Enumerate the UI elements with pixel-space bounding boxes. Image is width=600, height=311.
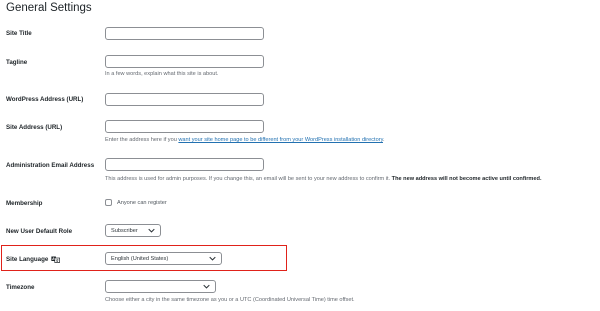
timezone-description: Choose either a city in the same timezon… [105,297,355,303]
site-address-input[interactable] [105,120,264,133]
page-title: General Settings [6,2,92,14]
timezone-select[interactable] [105,280,216,293]
membership-label: Membership [6,200,43,207]
default-role-select[interactable]: Subscriber [105,224,161,237]
site-language-value: English (United States) [111,255,169,262]
admin-email-desc-bold: The new address will not become active u… [391,176,542,182]
wordpress-address-input[interactable] [105,93,264,106]
wordpress-address-label: WordPress Address (URL) [6,96,84,103]
translate-icon: A 文 [51,256,61,263]
site-address-label: Site Address (URL) [6,124,63,131]
membership-checkbox[interactable] [105,199,112,206]
site-title-input[interactable] [105,27,264,40]
chevron-down-icon [209,256,216,261]
chevron-down-icon [148,228,155,233]
tagline-input[interactable] [105,55,264,68]
site-address-description: Enter the address here if you want your … [105,137,385,143]
timezone-label: Timezone [6,284,35,291]
default-role-value: Subscriber [111,227,138,234]
membership-checkbox-label[interactable]: Anyone can register [117,200,167,206]
site-address-desc-before: Enter the address here if you [105,137,179,143]
svg-text:文: 文 [55,258,60,263]
admin-email-desc-normal: This address is used for admin purposes.… [105,176,392,182]
site-language-select[interactable]: English (United States) [105,252,222,265]
tagline-description: In a few words, explain what this site i… [105,71,219,77]
site-language-label-text: Site Language [6,256,49,263]
site-address-desc-after: . [382,137,385,143]
tagline-label: Tagline [6,59,28,66]
membership-option: Anyone can register [105,199,167,206]
site-address-help-link[interactable]: want your site home page to be different… [178,137,383,143]
site-title-label: Site Title [6,30,32,37]
admin-email-label: Administration Email Address [6,162,95,169]
admin-email-input[interactable] [105,158,264,171]
chevron-down-icon [203,284,210,289]
admin-email-description: This address is used for admin purposes.… [105,176,542,182]
site-language-label: Site Language A 文 [6,256,61,263]
default-role-label: New User Default Role [6,228,73,235]
